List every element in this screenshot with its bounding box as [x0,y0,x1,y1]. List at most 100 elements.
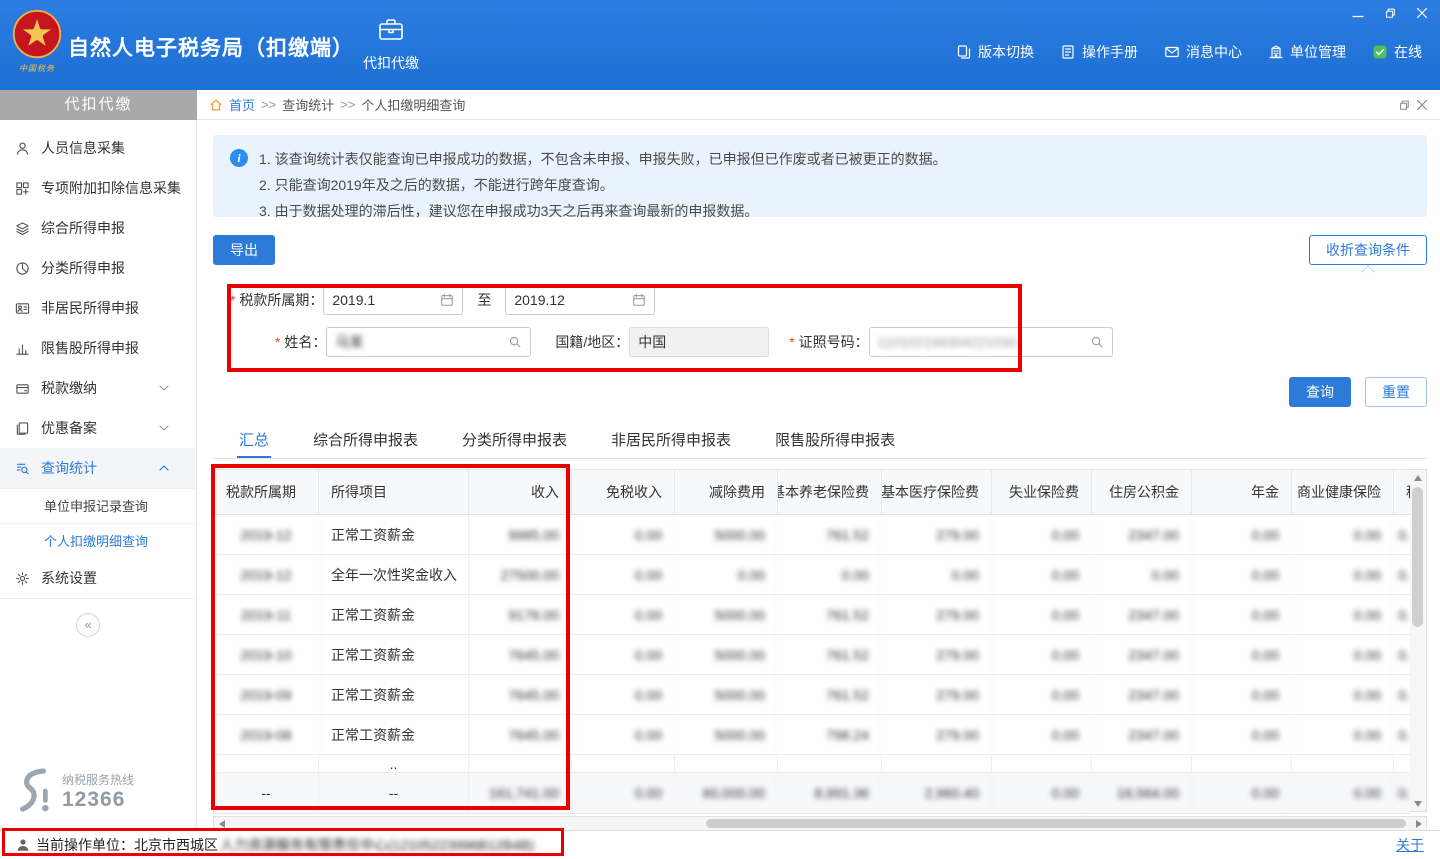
tab-3[interactable]: 非居民所得申报表 [609,425,733,458]
sidebar-item-classified-income[interactable]: 分类所得申报 [0,248,196,288]
period-end-input[interactable] [514,292,628,308]
table-cell: 60,000.00 [675,773,778,813]
gear-icon [14,571,31,586]
sidebar-item-special-deduction[interactable]: 专项附加扣除信息采集 [0,168,196,208]
search-icon[interactable] [1090,335,1104,349]
export-button[interactable]: 导出 [213,235,275,265]
vertical-scrollbar[interactable] [1410,469,1427,812]
horizontal-scroll-thumb[interactable] [706,819,1406,828]
window-controls [1350,6,1430,20]
table-row[interactable]: 2019-09正常工资薪金7645.000.005000.00761.52279… [214,675,1410,715]
panel-restore-icon[interactable] [1398,99,1410,111]
horizontal-scrollbar[interactable] [213,816,1427,830]
notice-line: 2. 只能查询2019年及之后的数据，不能进行跨年度查询。 [259,172,1411,198]
sidebar: 人员信息采集专项附加扣除信息采集综合所得申报分类所得申报非居民所得申报限售股所得… [0,120,197,830]
sidebar-item-nonresident-income[interactable]: 非居民所得申报 [0,288,196,328]
search-icon[interactable] [508,335,522,349]
nav-manual[interactable]: 操作手册 [1060,42,1138,62]
table-row[interactable]: 2019-12全年一次性奖金收入27500.000.000.000.000.00… [214,555,1410,595]
table-cell: 2019-12 [214,555,319,594]
table-cell [778,755,882,772]
table-cell: 5000.00 [675,675,778,714]
sidebar-item-personnel-info[interactable]: 人员信息采集 [0,128,196,168]
name-field[interactable] [326,327,531,357]
tab-4[interactable]: 限售股所得申报表 [773,425,897,458]
table-body: 2019-12正常工资薪金9985.000.005000.00761.52279… [214,515,1410,813]
period-start-field[interactable] [323,285,463,315]
nav-label: 操作手册 [1082,42,1138,62]
table-cell: 0.00 [992,555,1092,594]
sidebar-item-tax-payment[interactable]: 税款缴纳 [0,368,196,408]
table-cell: 0.00 [572,635,675,674]
table-cell: 27500.00 [469,555,572,594]
nationality-field[interactable] [629,327,769,357]
search-button[interactable]: 查询 [1289,377,1351,407]
tab-1[interactable]: 综合所得申报表 [311,425,420,458]
name-input[interactable] [335,334,504,350]
module-tab-withholding[interactable]: 代扣代缴 [352,16,430,73]
table-cell: 正常工资薪金 [319,515,469,554]
sidebar-item-query-statistics[interactable]: 查询统计 [0,448,196,488]
breadcrumb-home[interactable]: 首页 [229,95,255,114]
status-bar: 当前操作单位：北京市西城区人力资源服务有限责任中心(12105223996B12… [0,830,1440,859]
scroll-right-icon[interactable] [1411,817,1426,830]
collapse-query-button[interactable]: 收折查询条件 [1309,235,1427,265]
scroll-left-icon[interactable] [214,817,229,830]
reset-button[interactable]: 重置 [1365,377,1427,407]
scroll-up-icon[interactable] [1410,470,1425,485]
table-row[interactable]: 2019-08正常工资薪金7645.000.005000.00798.24279… [214,715,1410,755]
nav-online[interactable]: 在线 [1372,42,1422,62]
hotline-mascot-icon [14,766,52,816]
sidebar-item-system-settings[interactable]: 系统设置 [0,558,196,598]
nav-unit-management[interactable]: 单位管理 [1268,42,1346,62]
table-row[interactable]: .. [214,755,1410,773]
tab-2[interactable]: 分类所得申报表 [460,425,569,458]
table-cell: 7645.00 [469,675,572,714]
sidebar-subitem-personal-withholding-query[interactable]: 个人扣缴明细查询 [0,523,196,558]
toolbar: 导出 收折查询条件 [213,235,1427,265]
vertical-scroll-thumb[interactable] [1412,487,1423,627]
table-cell: 2,960.40 [882,773,992,813]
sidebar-item-restricted-shares[interactable]: 限售股所得申报 [0,328,196,368]
restore-icon[interactable] [1382,6,1398,20]
sidebar-collapse-button[interactable]: « [76,613,100,637]
calendar-icon[interactable] [440,293,454,307]
table-row[interactable]: 2019-10正常工资薪金7645.000.005000.00761.52279… [214,635,1410,675]
nationality-input[interactable] [638,334,760,350]
table-total-row[interactable]: ----161,741.000.0060,000.008,991.362,960… [214,773,1410,813]
tab-0[interactable]: 汇总 [237,425,271,458]
period-end-field[interactable] [505,285,655,315]
table-cell: 9985.00 [469,515,572,554]
table-row[interactable]: 2019-11正常工资薪金9178.000.005000.00761.52279… [214,595,1410,635]
period-start-input[interactable] [332,292,436,308]
panel-close-icon[interactable] [1416,99,1428,111]
minimize-icon[interactable] [1350,6,1366,20]
nav-version-switch[interactable]: 版本切换 [956,42,1034,62]
table-cell: 0.00 [572,773,675,813]
id-number-input[interactable] [878,334,1086,350]
sidebar-item-preferential-filing[interactable]: 优惠备案 [0,408,196,448]
sidebar-item-comprehensive-income[interactable]: 综合所得申报 [0,208,196,248]
sidebar-subitem-unit-report-query[interactable]: 单位申报记录查询 [0,488,196,523]
operating-unit-label: 当前操作单位： [36,835,134,855]
sidebar-item-label: 系统设置 [41,568,182,588]
scroll-down-icon[interactable] [1410,796,1425,811]
building-icon [1268,44,1284,60]
table-row[interactable]: 2019-12正常工资薪金9985.000.005000.00761.52279… [214,515,1410,555]
close-icon[interactable] [1414,6,1430,20]
about-link[interactable]: 关于 [1396,835,1424,855]
table-cell [675,755,778,772]
home-icon [209,98,223,112]
online-check-icon [1372,44,1388,60]
hotline-number: 12366 [62,788,134,812]
table-cell: 0.00 [1292,595,1394,634]
sidebar-item-label: 税款缴纳 [41,378,151,398]
id-number-field[interactable] [869,327,1113,357]
calendar-icon[interactable] [632,293,646,307]
table-cell: 0.00 [992,515,1092,554]
table-cell: 9178.00 [469,595,572,634]
nav-message-center[interactable]: 消息中心 [1164,42,1242,62]
table-cell: 0.00 [1192,555,1292,594]
chevron-up-icon [155,465,172,471]
table-cell: 0.00 [572,515,675,554]
